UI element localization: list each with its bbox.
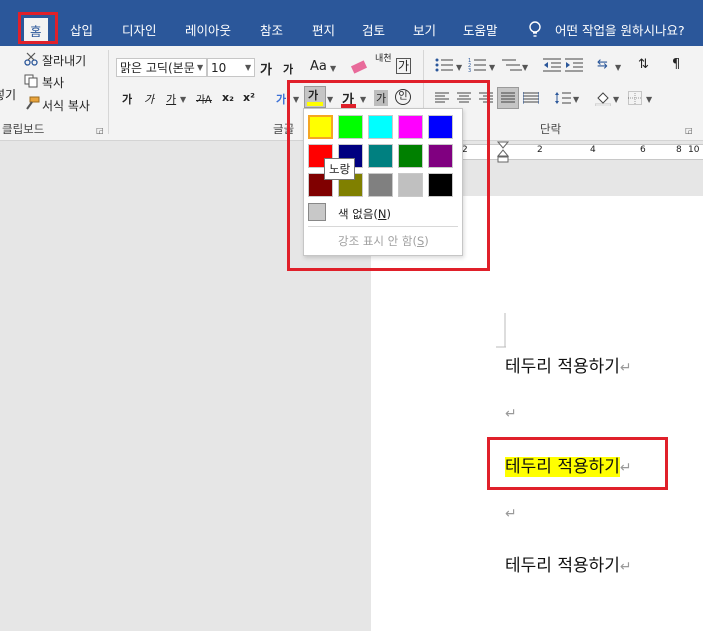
clipboard-launcher-icon[interactable]: ◲: [96, 126, 104, 135]
distributed-icon[interactable]: [523, 92, 539, 104]
paragraph-text: 테두리 적용하기: [505, 357, 620, 377]
text-direction-icon[interactable]: ⇆: [597, 57, 608, 72]
copy-icon: [24, 74, 38, 88]
ribbon-tab-bar: 홈 삽입 디자인 레이아웃 참조 편지 검토 보기 도움말 어떤 작업을 원하시…: [0, 14, 703, 46]
text-direction-dropdown-icon[interactable]: ▼: [615, 63, 621, 72]
annotation-box-home-tab: [18, 12, 58, 44]
decrease-indent-icon[interactable]: [543, 58, 561, 72]
paragraph-mark: ↵: [619, 360, 632, 376]
line-spacing-dropdown-icon[interactable]: ▼: [573, 95, 579, 104]
ruler-number: 6: [640, 145, 646, 155]
shading-dropdown-icon[interactable]: ▼: [613, 95, 619, 104]
cut-button[interactable]: 잘라내기: [42, 52, 86, 69]
bullets-icon[interactable]: [435, 58, 455, 72]
tab-insert[interactable]: 삽입: [70, 20, 93, 39]
document-paragraph[interactable]: ↵: [505, 503, 517, 523]
annotation-box-highlight-menu: [287, 80, 490, 271]
margin-corner-mark: [496, 313, 506, 348]
character-border-button[interactable]: 가: [396, 58, 412, 74]
phonetic-guide-button[interactable]: 내천: [375, 55, 392, 64]
title-bar: [0, 0, 703, 14]
numbering-icon[interactable]: 1 2 3: [468, 58, 488, 72]
document-paragraph[interactable]: 테두리 적용하기↵: [505, 352, 632, 377]
superscript-button[interactable]: x²: [243, 91, 255, 104]
document-paragraph[interactable]: ↵: [505, 403, 517, 423]
annotation-box-highlighted-text: [487, 437, 668, 490]
shading-icon[interactable]: [595, 90, 611, 106]
paragraph-mark: ↵: [505, 406, 517, 422]
paragraph-mark: ↵: [505, 506, 517, 522]
justify-icon: [501, 92, 515, 103]
ruler-number: 4: [590, 145, 596, 155]
tab-references[interactable]: 참조: [260, 20, 283, 39]
italic-button[interactable]: 가: [144, 91, 154, 107]
lightbulb-icon: [529, 21, 541, 37]
document-paragraph[interactable]: 테두리 적용하기↵: [505, 551, 632, 576]
tab-view[interactable]: 보기: [413, 20, 436, 39]
tab-mailings[interactable]: 편지: [312, 20, 335, 39]
show-marks-icon[interactable]: ¶: [672, 57, 680, 72]
clear-formatting-button[interactable]: [350, 59, 368, 74]
ruler-number: 10: [688, 145, 700, 155]
borders-icon[interactable]: [628, 91, 642, 105]
indent-marker-icon[interactable]: [497, 141, 509, 165]
format-painter-icon: [26, 96, 40, 110]
multilevel-dropdown-icon[interactable]: ▼: [522, 63, 528, 72]
paste-button[interactable]: 넣기: [0, 86, 16, 103]
subscript-button[interactable]: x₂: [222, 91, 234, 104]
paragraph-group-label: 단락: [540, 122, 562, 136]
strikethrough-button[interactable]: 가Ꭺ: [196, 91, 212, 106]
paragraph-text: 테두리 적용하기: [505, 556, 620, 576]
tab-layout[interactable]: 레이아웃: [185, 20, 231, 39]
group-divider: [108, 50, 109, 134]
justify-button[interactable]: [497, 87, 519, 109]
paragraph-mark: ↵: [619, 559, 632, 575]
font-name-combobox[interactable]: 맑은 고딕(본문: [116, 58, 207, 77]
text-effects-button[interactable]: 가: [276, 91, 286, 107]
font-name-dropdown-icon[interactable]: ▼: [197, 63, 203, 72]
multilevel-list-icon[interactable]: [502, 58, 522, 72]
tell-me-search[interactable]: 어떤 작업을 원하시나요?: [555, 20, 685, 39]
numbering-dropdown-icon[interactable]: ▼: [489, 63, 495, 72]
svg-text:3: 3: [468, 68, 471, 72]
ruler-number: 8: [676, 145, 682, 155]
bullets-dropdown-icon[interactable]: ▼: [456, 63, 462, 72]
change-case-button[interactable]: Aa: [310, 59, 327, 74]
increase-indent-icon[interactable]: [565, 58, 583, 72]
change-case-dropdown-icon[interactable]: ▼: [330, 64, 336, 73]
clipboard-group-label: 클립보드: [2, 122, 45, 136]
paragraph-launcher-icon[interactable]: ◲: [685, 126, 693, 135]
borders-dropdown-icon[interactable]: ▼: [646, 95, 652, 104]
scissors-icon: [24, 52, 38, 66]
sort-icon[interactable]: ⇅: [638, 57, 649, 72]
ruler-number: 2: [537, 145, 543, 155]
bold-button[interactable]: 가: [122, 91, 132, 107]
font-size-dropdown-icon[interactable]: ▼: [245, 63, 251, 72]
tab-review[interactable]: 검토: [362, 20, 385, 39]
underline-button[interactable]: 가: [166, 91, 176, 107]
grow-font-button[interactable]: 가: [260, 59, 272, 78]
tab-help[interactable]: 도움말: [463, 20, 498, 39]
eraser-icon: [350, 59, 368, 74]
format-painter-button[interactable]: 서식 복사: [42, 97, 90, 114]
tab-design[interactable]: 디자인: [122, 20, 157, 39]
line-spacing-icon[interactable]: [555, 91, 571, 105]
copy-button[interactable]: 복사: [42, 74, 64, 91]
shrink-font-button[interactable]: 가: [283, 61, 293, 77]
underline-dropdown-icon[interactable]: ▼: [180, 95, 186, 104]
